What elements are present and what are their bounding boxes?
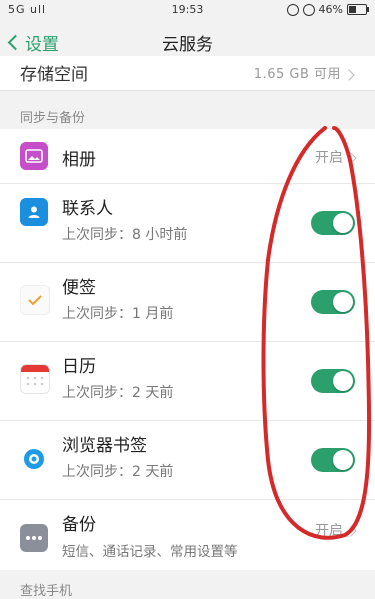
- list-item-backup[interactable]: 备份 短信、通话记录、常用设置等 开启: [0, 500, 375, 581]
- chevron-right-icon: [345, 525, 357, 537]
- photo-album-icon: [20, 142, 48, 170]
- browser-bookmarks-sync-toggle[interactable]: [311, 448, 355, 472]
- list-item-album[interactable]: 相册 开启: [0, 129, 375, 184]
- location-icon: [286, 3, 299, 16]
- list-item-calendar[interactable]: 日历 上次同步：2 天前: [0, 342, 375, 421]
- item-subtitle: 短信、通话记录、常用设置等: [62, 544, 238, 560]
- battery-icon: [347, 4, 369, 15]
- storage-value: 1.65 GB 可用: [253, 63, 355, 82]
- item-title: 相册: [62, 150, 96, 170]
- notes-sync-toggle[interactable]: [311, 290, 355, 314]
- section-header-find-phone: 查找手机: [20, 584, 73, 599]
- item-subtitle: 上次同步：8 小时前: [62, 227, 188, 243]
- item-title: 浏览器书签: [62, 436, 147, 456]
- storage-label: 存储空间: [20, 65, 88, 85]
- contacts-icon: [20, 198, 48, 226]
- item-subtitle: 上次同步：2 天前: [62, 385, 174, 401]
- calendar-icon: [20, 364, 50, 394]
- item-subtitle: 上次同步：2 天前: [62, 464, 174, 480]
- album-status[interactable]: 开启: [315, 147, 357, 167]
- calendar-sync-toggle[interactable]: [311, 369, 355, 393]
- item-subtitle: 上次同步：1 月前: [62, 306, 174, 322]
- backup-status-text: 开启: [315, 523, 343, 539]
- section-header-sync: 同步与备份: [20, 111, 86, 126]
- sync-list: 相册 开启 联系人 上次同步：8 小时前 便签 上次同步：1 月前 日历 上次同…: [0, 129, 375, 581]
- item-title: 便签: [62, 278, 96, 298]
- storage-row[interactable]: 存储空间 1.65 GB 可用: [0, 56, 375, 91]
- item-title: 联系人: [62, 199, 113, 219]
- chevron-right-icon: [345, 152, 357, 164]
- status-right: 46%: [286, 3, 369, 16]
- status-bar: 5G ull 19:53 46%: [0, 0, 375, 20]
- storage-value-text: 1.65 GB 可用: [253, 67, 341, 82]
- notes-icon: [20, 285, 50, 315]
- contacts-sync-toggle[interactable]: [311, 211, 355, 235]
- alarm-icon: [302, 3, 315, 16]
- list-item-notes[interactable]: 便签 上次同步：1 月前: [0, 263, 375, 342]
- item-title: 备份: [62, 515, 96, 535]
- album-status-text: 开启: [315, 150, 343, 166]
- list-item-browser-bookmarks[interactable]: 浏览器书签 上次同步：2 天前: [0, 421, 375, 500]
- item-title: 日历: [62, 357, 96, 377]
- backup-status[interactable]: 开启: [315, 520, 357, 540]
- browser-icon: [20, 445, 48, 473]
- chevron-right-icon: [343, 68, 355, 81]
- battery-percent: 46%: [318, 3, 343, 16]
- page-title: 云服务: [162, 35, 213, 55]
- list-item-contacts[interactable]: 联系人 上次同步：8 小时前: [0, 184, 375, 263]
- backup-icon: [20, 524, 48, 552]
